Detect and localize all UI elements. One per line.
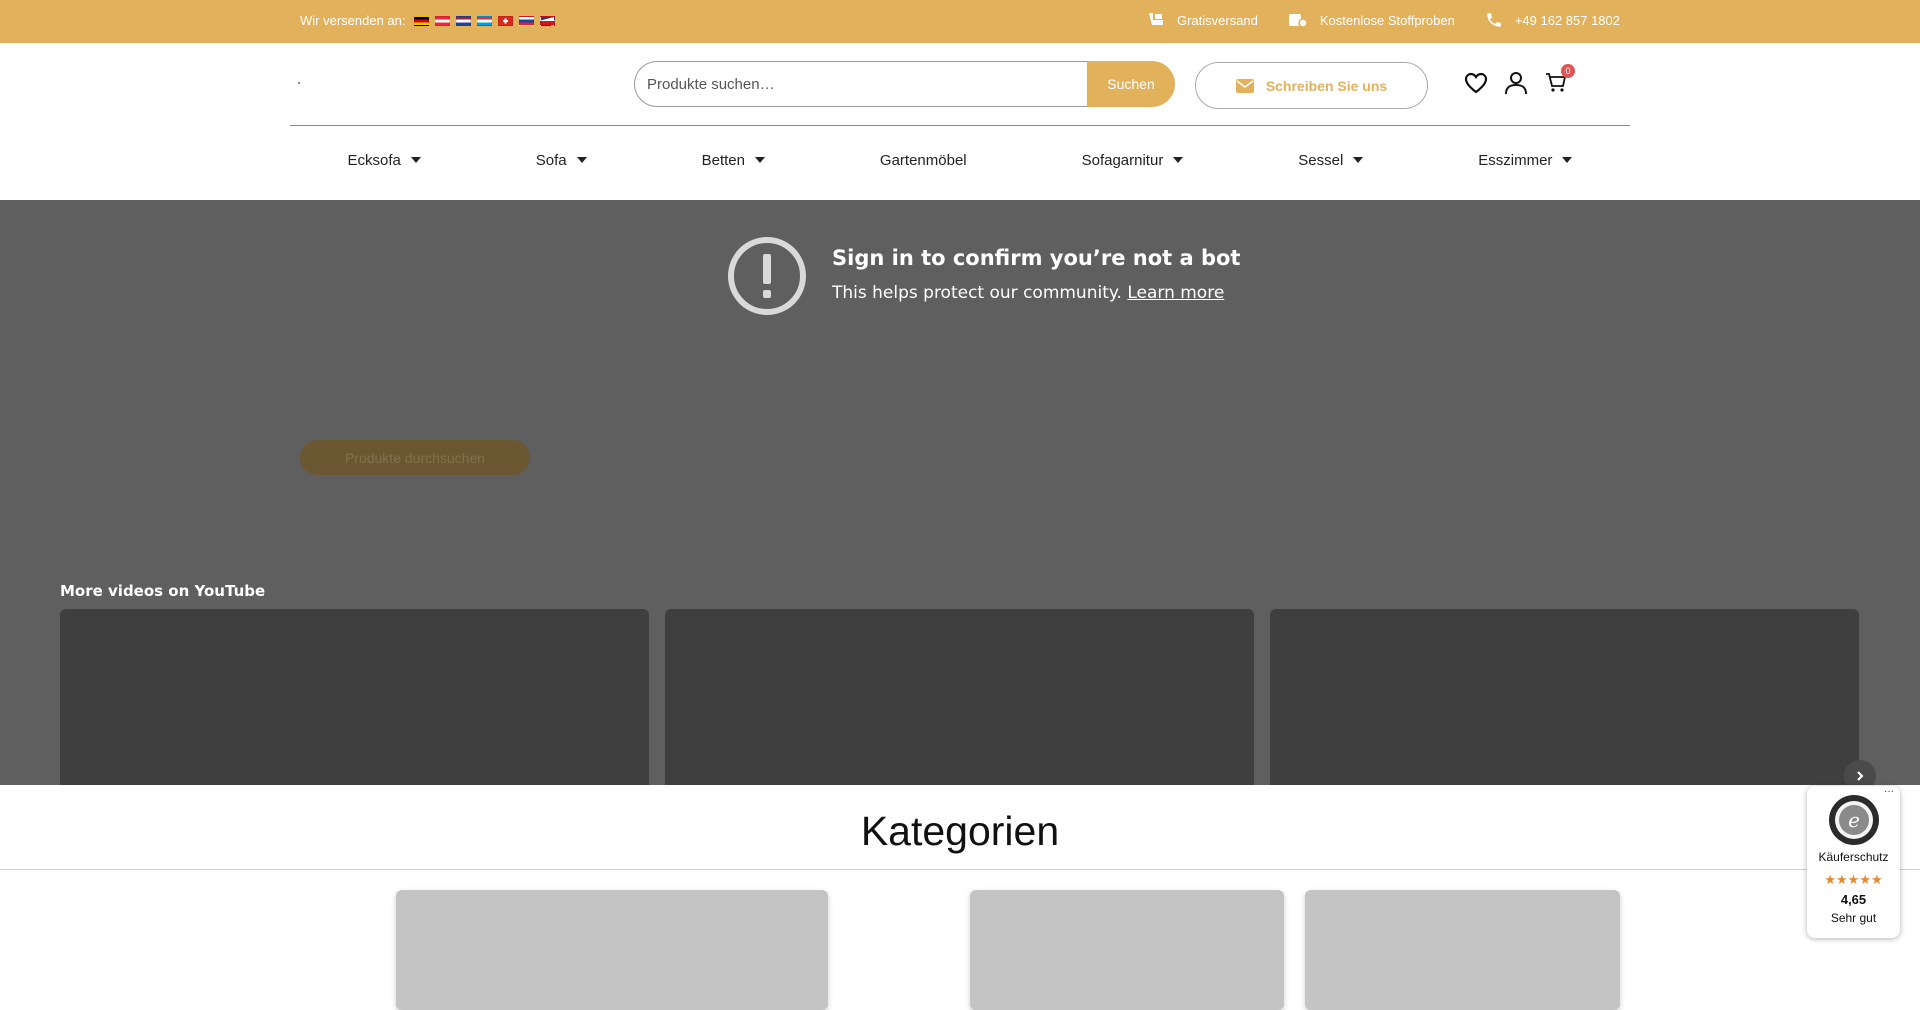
phone-contact[interactable]: +49 162 857 1802 xyxy=(1485,11,1620,29)
caret-down-icon xyxy=(754,157,765,163)
nl-flag-icon xyxy=(455,15,471,26)
nav-label: Sofagarnitur xyxy=(1081,151,1164,169)
cart-button[interactable]: 0 xyxy=(1543,64,1575,96)
fabric-samples-label: Kostenlose Stoffproben xyxy=(1319,12,1455,28)
header-divider xyxy=(290,125,1630,126)
buyer-protection-label: Käuferschutz xyxy=(1818,850,1889,864)
shipping-icon xyxy=(1148,13,1163,25)
top-bar: Wir versenden an: Gratisversand Kostenlo… xyxy=(0,0,1920,43)
phone-icon xyxy=(1487,13,1501,27)
video-thumbnail[interactable] xyxy=(665,609,1254,785)
caret-down-icon xyxy=(1353,157,1364,163)
categories-heading: Kategorien xyxy=(860,808,1060,854)
nav-label: Gartenmöbel xyxy=(879,151,967,169)
flag-list xyxy=(413,15,555,26)
logo[interactable] xyxy=(298,82,300,84)
caret-down-icon xyxy=(410,157,421,163)
caret-down-icon xyxy=(576,157,587,163)
at-flag-icon xyxy=(434,15,450,26)
rating-text: Sehr gut xyxy=(1830,911,1877,925)
chevron-right-icon xyxy=(1857,771,1864,781)
more-videos-heading: More videos on YouTube xyxy=(60,582,266,600)
rating-score: 4,65 xyxy=(1840,892,1867,907)
learn-more-link[interactable]: Learn more xyxy=(1127,283,1224,303)
cz-flag-icon xyxy=(539,15,555,26)
heart-icon xyxy=(1464,72,1488,94)
caret-down-icon xyxy=(1562,157,1573,163)
nav-item-sofagarnitur[interactable]: Sofagarnitur xyxy=(1082,150,1184,170)
write-us-label: Schreiben Sie uns xyxy=(1265,77,1388,94)
shipping-label: Wir versenden an: xyxy=(300,13,406,28)
bot-check-text: This helps protect our community. xyxy=(832,283,1122,303)
search-input[interactable] xyxy=(634,61,1087,107)
search-form: Suchen xyxy=(634,61,1175,107)
caret-down-icon xyxy=(1173,157,1184,163)
phone-number[interactable]: +49 162 857 1802 xyxy=(1515,13,1620,28)
sk-flag-icon xyxy=(518,15,534,26)
category-card[interactable] xyxy=(1305,890,1620,1010)
main-nav: Ecksofa Sofa Betten Gartenmöbel Sofagarn… xyxy=(290,150,1630,170)
category-card[interactable] xyxy=(970,890,1284,1010)
user-icon xyxy=(1505,72,1527,95)
nav-item-betten[interactable]: Betten xyxy=(702,150,765,170)
fabric-samples-icon xyxy=(1288,14,1308,28)
rating-stars: ★★★★★ xyxy=(1824,872,1883,887)
ch-flag-icon xyxy=(497,15,513,26)
bot-check-title: Sign in to confirm you’re not a bot xyxy=(832,246,1241,270)
search-button[interactable]: Suchen xyxy=(1087,61,1175,107)
nav-label: Sessel xyxy=(1298,151,1344,169)
video-thumbnails xyxy=(60,609,1859,785)
nav-item-sofa[interactable]: Sofa xyxy=(536,150,587,170)
browse-products-button[interactable]: Produkte durchsuchen xyxy=(300,440,530,475)
top-bar-features: Gratisversand Kostenlose Stoffproben +49… xyxy=(1147,11,1620,29)
de-flag-icon xyxy=(413,15,429,26)
video-thumbnail[interactable] xyxy=(1270,609,1859,785)
nav-label: Sofa xyxy=(535,151,567,169)
write-us-button[interactable]: Schreiben Sie uns xyxy=(1195,62,1428,109)
account-button[interactable] xyxy=(1503,70,1529,96)
cart-count-badge: 0 xyxy=(1561,64,1575,78)
mail-icon xyxy=(1235,78,1254,93)
more-options-icon[interactable]: ··· xyxy=(1884,786,1894,797)
trusted-shops-seal-icon: e xyxy=(1829,795,1879,845)
nav-label: Betten xyxy=(701,151,745,169)
free-shipping-label: Gratisversand xyxy=(1176,12,1258,28)
nav-item-gartenmoebel[interactable]: Gartenmöbel xyxy=(880,150,967,170)
video-embed: Sign in to confirm you’re not a bot This… xyxy=(0,200,1920,785)
category-card[interactable] xyxy=(396,890,828,1010)
wishlist-button[interactable] xyxy=(1463,70,1489,96)
fabric-samples: Kostenlose Stoffproben xyxy=(1288,11,1455,29)
header-icons: 0 xyxy=(1463,64,1575,96)
svg-text:e: e xyxy=(1848,808,1860,832)
warning-icon xyxy=(728,237,806,315)
free-shipping: Gratisversand xyxy=(1147,11,1258,29)
categories-divider xyxy=(0,869,1920,870)
nav-item-ecksofa[interactable]: Ecksofa xyxy=(347,150,421,170)
lu-flag-icon xyxy=(476,15,492,26)
bot-check-subtitle: This helps protect our community. Learn … xyxy=(832,283,1224,303)
next-videos-button[interactable] xyxy=(1844,760,1876,785)
nav-label: Esszimmer xyxy=(1478,151,1553,169)
shipping-countries: Wir versenden an: xyxy=(300,13,555,28)
nav-label: Ecksofa xyxy=(347,151,401,169)
video-thumbnail[interactable] xyxy=(60,609,649,785)
trusted-shops-badge[interactable]: ··· e Käuferschutz ★★★★★ 4,65 Sehr gut xyxy=(1807,786,1900,938)
nav-item-sessel[interactable]: Sessel xyxy=(1298,150,1364,170)
nav-item-esszimmer[interactable]: Esszimmer xyxy=(1478,150,1573,170)
